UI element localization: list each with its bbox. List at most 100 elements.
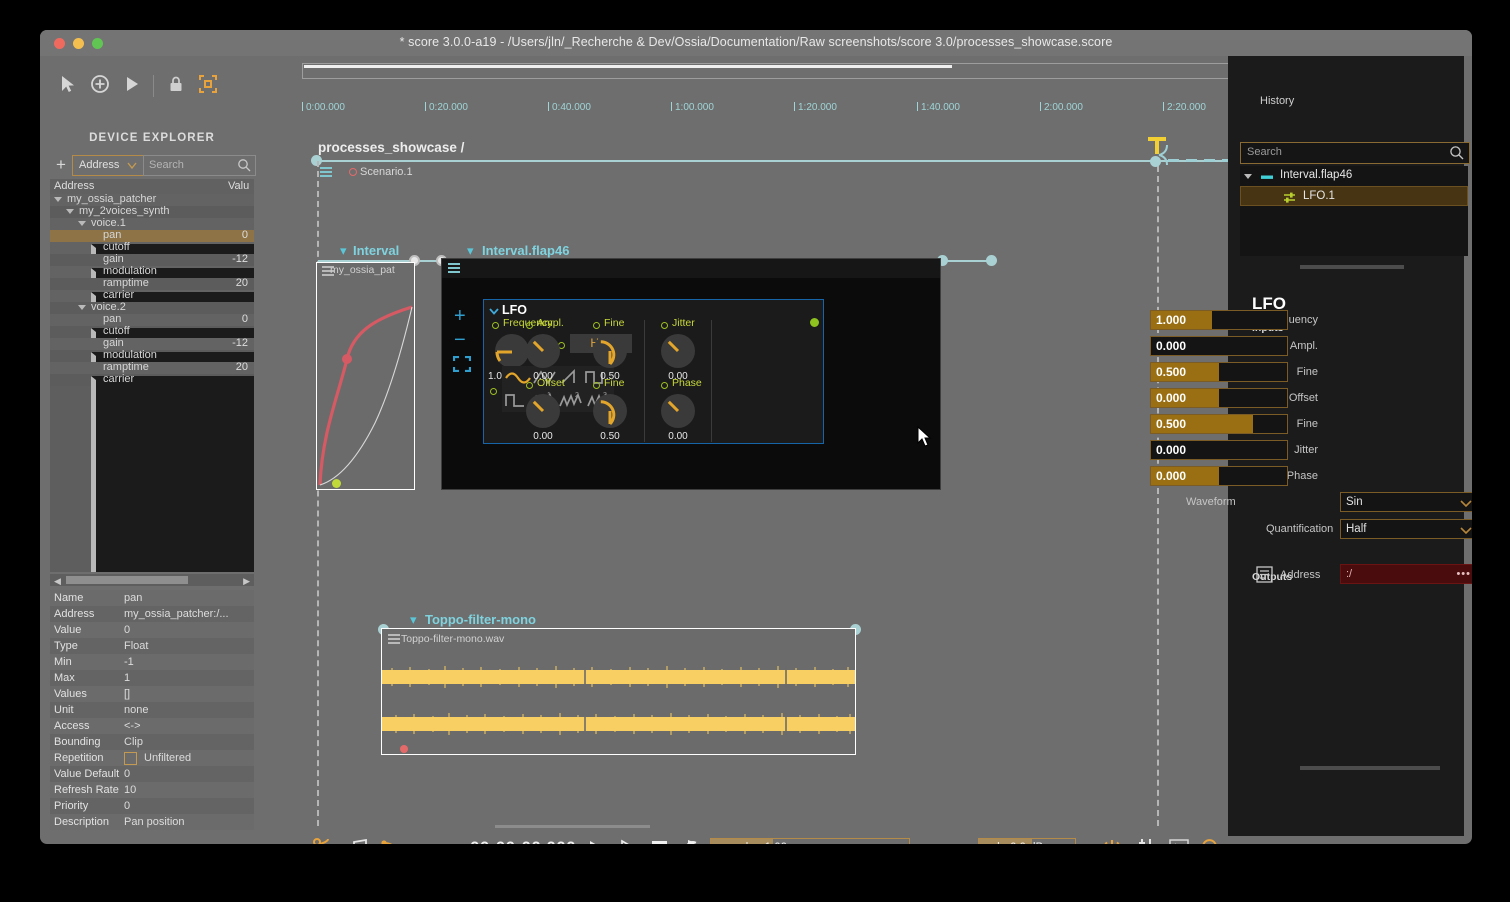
input-param-row: Jitter 0.000	[40, 440, 1472, 462]
input-param-slider[interactable]: 0.500	[1150, 362, 1288, 382]
inspector-value: Float	[124, 640, 149, 652]
inspector-key: Repetition	[54, 752, 104, 764]
input-param-row: Offset 0.000	[40, 388, 1472, 410]
waveform-dropdown[interactable]: Sin	[1340, 492, 1472, 512]
repetition-checkbox[interactable]	[124, 752, 137, 765]
interval-right-title: Interval.flap46	[482, 243, 570, 258]
quantification-dropdown[interactable]: Half	[1340, 519, 1472, 539]
pointer-icon[interactable]	[58, 74, 78, 94]
output-address-menu-button[interactable]: •••	[1456, 568, 1471, 580]
interval-left-chevron-icon[interactable]: ▾	[340, 243, 347, 259]
input-param-slider[interactable]: 0.000	[1150, 336, 1288, 356]
inspector-row: Min -1	[50, 654, 254, 670]
output-address-field[interactable]: :/ •••	[1340, 564, 1472, 584]
inspector-key: Refresh Rate	[54, 784, 119, 796]
app-root: * score 3.0.0-a19 - /Users/jln/_Recherch…	[0, 0, 1510, 902]
power-icon[interactable]	[1102, 838, 1122, 844]
input-param-value: 1.000	[1156, 313, 1187, 327]
history-search-input[interactable]: Search	[1240, 142, 1470, 164]
lfo-menu-icon[interactable]	[448, 263, 460, 276]
speed-field[interactable]: speed: × 1.00	[710, 838, 910, 844]
filter-combo[interactable]: Address	[72, 155, 144, 176]
inspector-value: []	[124, 688, 131, 700]
volume-field[interactable]: vol: -6.0 dB	[978, 838, 1076, 844]
inspector-value: -1	[124, 656, 134, 668]
audio-clip-menu-icon[interactable]	[388, 634, 400, 647]
input-param-label: Offset	[1288, 392, 1318, 404]
scroll-right-arrow[interactable]: ▶	[243, 576, 250, 587]
inspector-row: Value 0	[50, 622, 254, 638]
interval-right-chevron-icon[interactable]: ▾	[467, 243, 474, 259]
play-outline-icon[interactable]	[618, 839, 638, 844]
breadcrumb[interactable]: processes_showcase /	[318, 140, 464, 155]
dashed-timeline-continuation	[1168, 159, 1232, 162]
timeline-ruler[interactable]: 0:00.000 0:20.000 0:40.000 1:00.000 1:20.000…	[302, 102, 1250, 120]
curve-tool-icon[interactable]	[380, 839, 404, 844]
history-tab[interactable]: History	[1260, 95, 1294, 107]
scenario-menu-icon[interactable]	[320, 167, 332, 180]
inspector-row: Unit none	[50, 702, 254, 718]
mouse-cursor	[917, 426, 932, 447]
inspector-key: Bounding	[54, 736, 101, 748]
tree-hscrollbar[interactable]: ◀ ▶	[50, 574, 254, 586]
search-icon[interactable]	[1201, 838, 1222, 844]
loop-icon[interactable]	[682, 839, 704, 844]
audio-chevron-icon[interactable]: ▾	[410, 612, 417, 628]
output-address-value: :/	[1346, 568, 1353, 580]
input-param-slider[interactable]: 0.000	[1150, 440, 1288, 460]
play-icon[interactable]	[122, 74, 142, 94]
timeline-tick: 0:40.000	[548, 102, 591, 113]
address-list-icon[interactable]	[1256, 566, 1273, 583]
add-icon[interactable]	[90, 74, 110, 94]
history-item[interactable]: Interval.flap46	[1240, 166, 1468, 186]
timeline-overview-bar[interactable]	[302, 63, 1252, 79]
tree-row[interactable]: ramptime 20	[50, 277, 254, 290]
trigger-node[interactable]	[1150, 156, 1161, 167]
input-param-slider[interactable]: 0.000	[1150, 388, 1288, 408]
timeline-tick: 2:00.000	[1040, 102, 1083, 113]
tree-column-headers: Address Valu	[50, 179, 254, 194]
waveform-row-label: Waveform	[1186, 496, 1236, 508]
tree-row[interactable]: cutoff	[50, 241, 254, 572]
tree-row[interactable]: voice.1	[50, 217, 254, 230]
scroll-left-arrow[interactable]: ◀	[54, 576, 61, 587]
audio-clip-marker-dot[interactable]	[400, 745, 408, 753]
inspector-row: Values []	[50, 686, 254, 702]
tree-icon[interactable]	[312, 837, 334, 844]
device-search-placeholder: Search	[149, 159, 184, 171]
history-item-label: LFO.1	[1303, 190, 1335, 202]
inspector-value: 0	[124, 768, 131, 780]
tree-row[interactable]: pan 0	[50, 229, 254, 242]
timeline-tick: 0:00.000	[302, 102, 345, 113]
right-panel-scroll-thumb[interactable]	[1300, 766, 1440, 770]
tree-row[interactable]: my_2voices_synth	[50, 205, 254, 218]
history-list[interactable]: Interval.flap46 LFO.1	[1240, 166, 1468, 256]
input-param-slider[interactable]: 1.000	[1150, 310, 1288, 330]
console-icon[interactable]	[1169, 839, 1189, 844]
add-device-button[interactable]: +	[56, 156, 66, 174]
tree-row[interactable]: modulation	[50, 265, 254, 572]
fullscreen-icon[interactable]	[198, 74, 218, 94]
lock-icon[interactable]	[166, 74, 186, 94]
play-icon[interactable]	[586, 839, 606, 844]
scenario-state-dot[interactable]	[349, 168, 357, 176]
input-param-row: Fine 0.500	[40, 414, 1472, 436]
input-param-slider[interactable]: 0.500	[1150, 414, 1288, 434]
inspector-row: Max 1	[50, 670, 254, 686]
mixer-icon[interactable]	[1136, 838, 1156, 844]
stop-icon[interactable]	[651, 840, 668, 844]
input-param-value: 0.000	[1156, 443, 1187, 457]
interval-left-title: Interval	[353, 243, 400, 258]
input-param-slider[interactable]: 0.000	[1150, 466, 1288, 486]
history-item[interactable]: LFO.1	[1240, 186, 1468, 206]
device-search-input[interactable]: Search	[143, 155, 256, 176]
inspector-value: <->	[124, 720, 141, 732]
music-icon[interactable]	[346, 839, 370, 844]
timeline-tick: 1:20.000	[794, 102, 837, 113]
interval-right-end-node[interactable]	[986, 255, 997, 266]
scroll-thumb[interactable]	[66, 576, 188, 584]
input-param-label: Phase	[1286, 470, 1318, 482]
tree-row[interactable]: carrier	[50, 289, 254, 572]
audio-clip-box[interactable]	[381, 628, 856, 755]
history-scroll-thumb[interactable]	[1300, 265, 1404, 269]
